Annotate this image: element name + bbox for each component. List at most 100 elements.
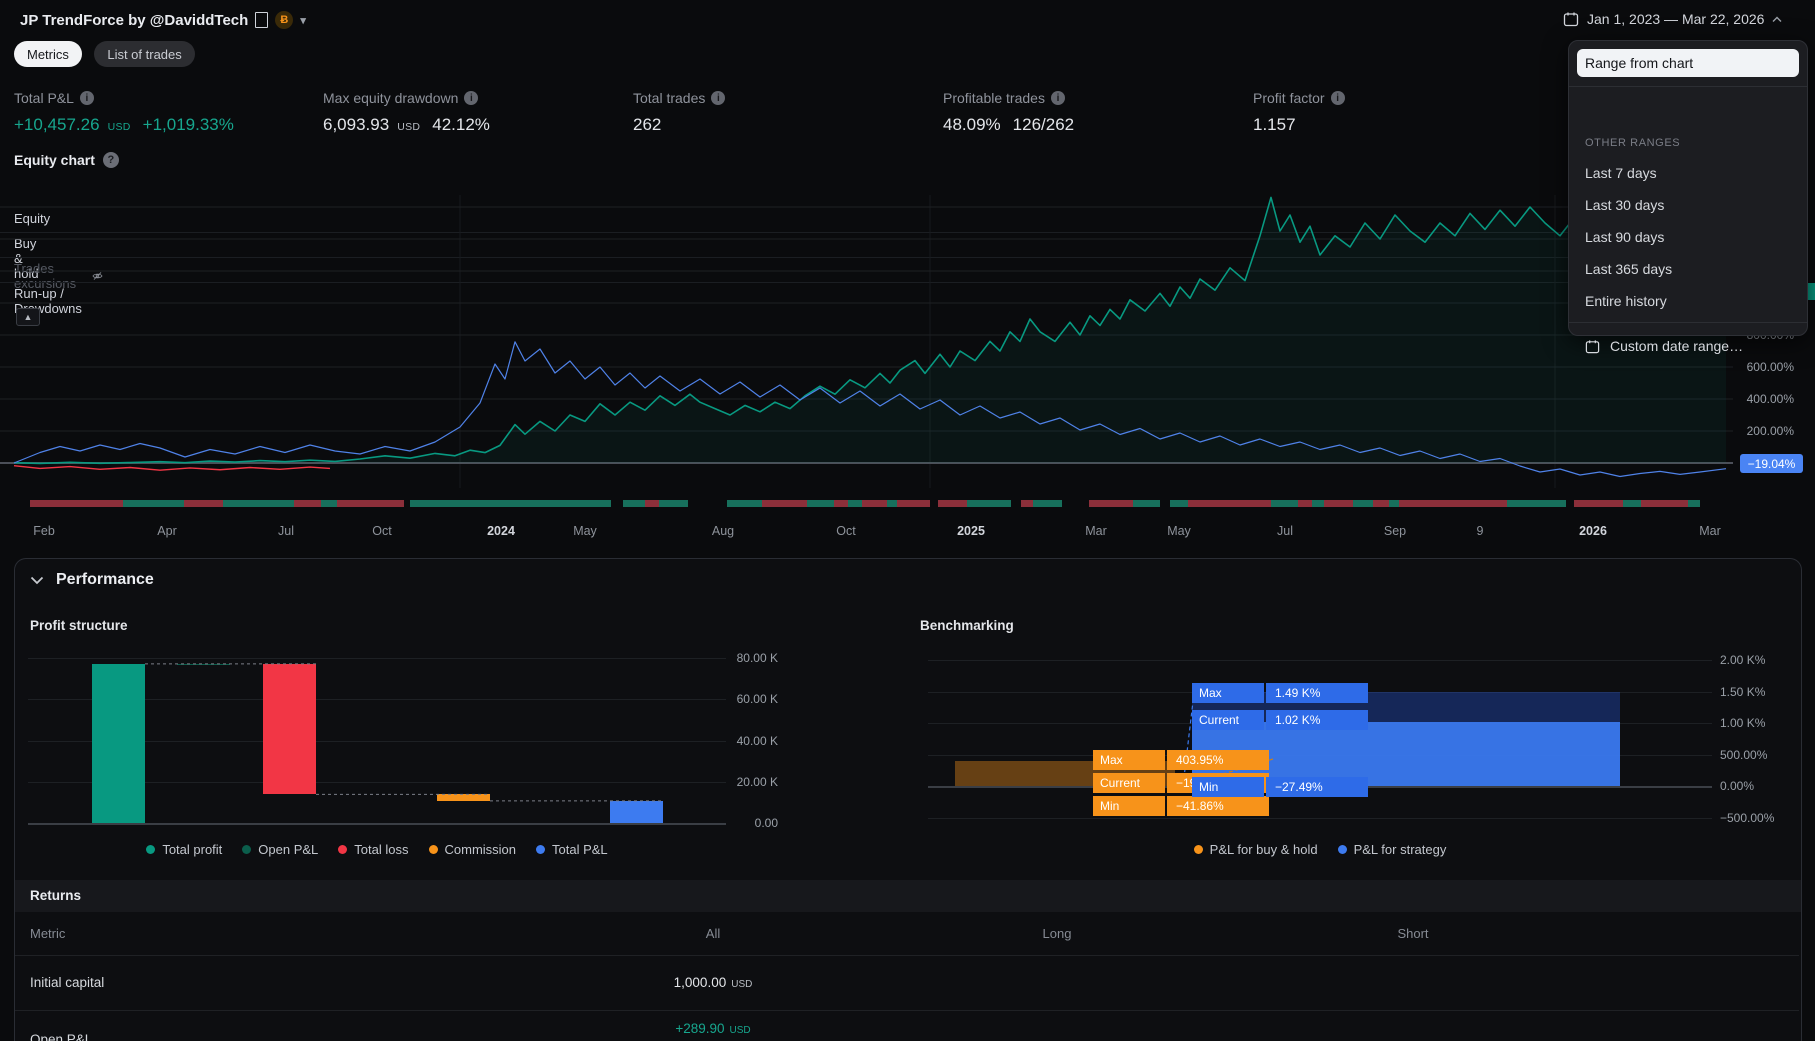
col-header-metric[interactable]: Metric [30, 926, 65, 941]
legend-item[interactable]: Total profit [146, 842, 222, 857]
legend-item[interactable]: P&L for buy & hold [1193, 842, 1318, 857]
strip-gap [1160, 500, 1170, 507]
x-axis-label: Sep [1383, 524, 1407, 538]
info-icon[interactable]: i [464, 91, 479, 105]
menu-item-custom-date-range[interactable]: Custom date range… [1569, 332, 1807, 360]
x-axis-label: 2026 [1579, 524, 1607, 538]
page-title: JP TrendForce by @DaviddTech Ƀ ▾ [20, 11, 306, 29]
trade-segment-loss [1021, 500, 1033, 507]
cell-initial-capital-all: 1,000.00 USD [674, 975, 753, 990]
trade-segment-win [1312, 500, 1324, 507]
y-axis-label: 40.00 K [736, 733, 778, 748]
strategy-stat-max: Max 1.49 K% [1192, 683, 1368, 703]
x-axis-label: Oct [836, 524, 856, 538]
metric-value: 262 [633, 115, 725, 135]
metric-label-text: Profitable trades [943, 90, 1045, 106]
metric-main-value: 262 [633, 115, 662, 134]
trade-segment-win [1170, 500, 1188, 507]
calendar-icon [1563, 12, 1579, 27]
x-axis-label: Aug [711, 524, 735, 538]
info-icon[interactable]: i [1330, 91, 1345, 105]
bar-open-p-l[interactable] [177, 663, 230, 665]
y-axis-label: 0.00 [754, 816, 778, 830]
trade-segment-loss [645, 500, 659, 507]
menu-item-last-90-days[interactable]: Last 90 days [1569, 223, 1807, 251]
legend-label: P&L for buy & hold [1209, 842, 1318, 857]
metric-label-text: Max equity drawdown [323, 90, 459, 106]
chevron-down-icon[interactable]: ▾ [300, 14, 306, 27]
trade-segment-loss [337, 500, 404, 507]
gridline [928, 817, 1712, 819]
menu-item-entire-history[interactable]: Entire history [1569, 287, 1807, 315]
info-icon[interactable]: i [1050, 91, 1065, 105]
gridline [928, 660, 1712, 661]
metric-main-value: +10,457.26 [14, 115, 100, 134]
help-icon[interactable]: ? [102, 152, 119, 168]
trade-segment-win [410, 500, 611, 507]
performance-title: Performance [56, 571, 154, 588]
info-icon[interactable]: i [79, 91, 94, 105]
tab-metrics[interactable]: Metrics [14, 41, 82, 67]
x-axis-label: 2025 [957, 524, 985, 538]
menu-item-last-365-days[interactable]: Last 365 days [1569, 255, 1807, 283]
legend-label: Total loss [354, 842, 409, 857]
menu-item-range-from-chart[interactable]: Range from chart [1577, 49, 1799, 77]
info-icon[interactable]: i [711, 91, 726, 105]
stat-key: Min [1093, 796, 1165, 816]
legend-dot [146, 845, 156, 854]
strip-gap [611, 500, 623, 507]
equity-chart-svg [0, 195, 1733, 488]
legend-dot [1337, 845, 1347, 854]
menu-item-last-7-days[interactable]: Last 7 days [1569, 159, 1807, 187]
strip-gap [688, 500, 727, 507]
stat-value: −27.49% [1266, 777, 1368, 797]
bar-commission[interactable] [437, 794, 490, 801]
y-axis-label: 600.00% [1746, 360, 1794, 374]
row-metric-open-pnl: Open P&L [30, 1032, 93, 1041]
x-axis-label: May [573, 524, 597, 538]
stat-key: Min [1192, 777, 1264, 797]
view-tabs: Metrics List of trades [14, 41, 195, 67]
bar-total-profit[interactable] [92, 664, 145, 823]
trade-segment-win [1507, 500, 1566, 507]
trade-segment-win [123, 500, 184, 507]
menu-item-last-30-days[interactable]: Last 30 days [1569, 191, 1807, 219]
series-trades-excursions [13, 465, 331, 471]
chevron-up-icon [1772, 16, 1782, 22]
date-range-control[interactable]: Jan 1, 2023 — Mar 22, 2026 [1563, 11, 1782, 27]
col-header-short[interactable]: Short [1397, 926, 1428, 941]
currency-suffix: USD [397, 121, 421, 133]
legend-item[interactable]: Open P&L [242, 842, 318, 857]
legend-label: P&L for strategy [1353, 842, 1447, 857]
y-axis-label: 2.00 K% [1720, 653, 1766, 667]
bar-total-loss[interactable] [263, 663, 316, 795]
missing-glyph-icon [255, 12, 269, 28]
trade-segment-win [967, 500, 1011, 507]
trade-segment-win [321, 500, 337, 507]
metric-total-trades: Total trades i 262 [633, 90, 726, 135]
strategy-tester-page: JP TrendForce by @DaviddTech Ƀ ▾ Metrics… [0, 0, 1815, 1041]
legend-item[interactable]: Total P&L [536, 842, 608, 857]
trade-segment-win [1133, 500, 1160, 507]
legend-item[interactable]: Commission [428, 842, 516, 857]
metric-value: +10,457.26 USD +1,019.33% [14, 115, 234, 135]
legend-item[interactable]: P&L for strategy [1337, 842, 1447, 857]
legend-item[interactable]: Total loss [338, 842, 409, 857]
equity-chart[interactable] [0, 190, 1815, 495]
performance-header[interactable]: Performance [30, 571, 154, 589]
bar-total-p-l[interactable] [610, 800, 663, 823]
col-header-all[interactable]: All [706, 926, 720, 941]
metric-main-value: 6,093.93 [323, 115, 390, 134]
y-axis-label: 1.50 K% [1720, 684, 1766, 699]
trade-segment-win [807, 500, 834, 507]
date-range-text: Jan 1, 2023 — Mar 22, 2026 [1587, 11, 1765, 27]
metric-extra-value: 126/262 [1012, 115, 1075, 134]
col-header-long[interactable]: Long [1043, 926, 1072, 941]
trade-outcome-strip [30, 500, 1700, 507]
y-axis-label: 0.00% [1720, 779, 1755, 793]
currency-suffix: USD [729, 1025, 751, 1036]
tab-list-of-trades[interactable]: List of trades [94, 41, 195, 67]
gridline [28, 823, 726, 825]
strategy-stat-min: Min −27.49% [1192, 777, 1368, 797]
menu-separator [1569, 322, 1807, 323]
